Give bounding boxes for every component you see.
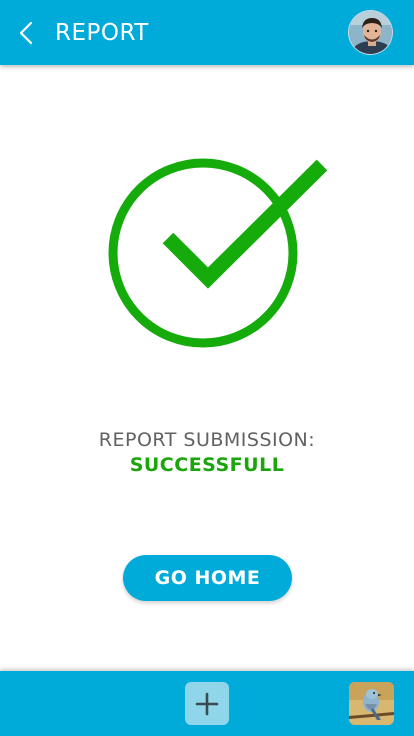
bird-photo-image xyxy=(349,682,394,725)
chevron-left-icon xyxy=(19,21,33,45)
submission-status: REPORT SUBMISSION: SUCCESSFULL xyxy=(0,428,414,478)
bottom-bar xyxy=(0,671,414,736)
go-home-button[interactable]: GO HOME xyxy=(123,555,292,601)
status-label: REPORT SUBMISSION: xyxy=(98,429,316,451)
back-button[interactable] xyxy=(12,18,40,48)
avatar-image xyxy=(349,11,392,54)
add-button[interactable] xyxy=(185,682,229,725)
check-circle-icon xyxy=(100,150,330,355)
status-value: SUCCESSFULL xyxy=(129,454,285,476)
page-title: REPORT xyxy=(55,20,149,46)
report-success-screen: REPORT REPORT SUBMISSION: SUCCESSFULL GO… xyxy=(0,0,414,736)
bird-photo-thumbnail[interactable] xyxy=(349,682,394,725)
user-avatar[interactable] xyxy=(348,10,393,55)
app-header: REPORT xyxy=(0,0,414,65)
plus-icon xyxy=(195,692,219,715)
